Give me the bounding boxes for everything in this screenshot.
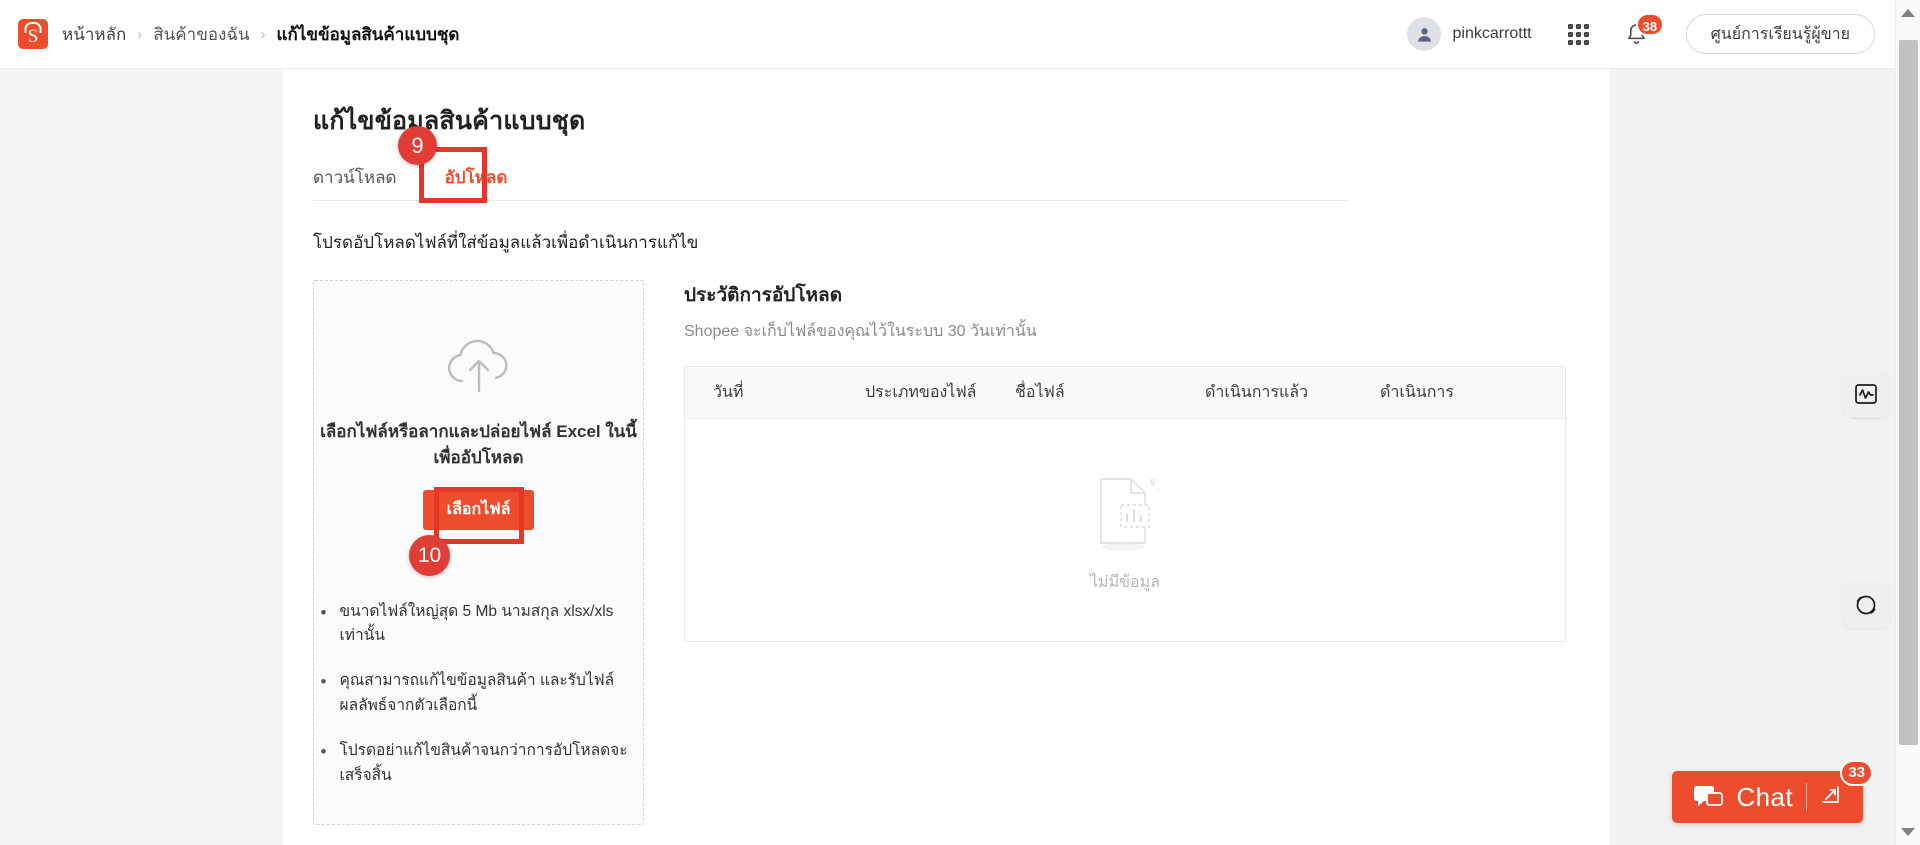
active-tab-underline	[420, 199, 516, 202]
seller-learning-center-label: ศูนย์การเรียนรู้ผู้ขาย	[1710, 25, 1850, 43]
avatar	[1407, 17, 1442, 51]
headset-support-icon	[1856, 595, 1876, 615]
upload-history-table: วันที่ ประเภทของไฟล์ ชื่อไฟล์ ดำเนินการแ…	[684, 366, 1566, 642]
scrollbar-thumb[interactable]	[1899, 40, 1918, 745]
scroll-down-arrow-icon[interactable]	[1901, 828, 1915, 836]
breadcrumb-item-my-products[interactable]: สินค้าของฉัน	[153, 21, 249, 48]
upload-instruction-text: โปรดอัปโหลดไฟล์ที่ใส่ข้อมูลแล้วเพื่อดำเน…	[313, 233, 699, 252]
page-scrollbar[interactable]	[1895, 0, 1920, 845]
notifications-button[interactable]: 38	[1625, 12, 1665, 47]
upload-history-title: ประวัติการอัปโหลด	[684, 285, 843, 306]
grid-apps-icon[interactable]	[1567, 23, 1589, 45]
top-navigation-bar: S หน้าหลัก › สินค้าของฉัน › แก้ไขข้อมูลส…	[0, 0, 1895, 69]
tab-bottom-rule	[313, 200, 1348, 201]
seller-learning-center-button[interactable]: ศูนย์การเรียนรู้ผู้ขาย	[1685, 14, 1875, 54]
upload-notes-list: ขนาดไฟล์ใหญ่สุด 5 Mb นามสกุล xlsx/xls เท…	[318, 599, 640, 809]
choose-file-button[interactable]: เลือกไฟล์	[422, 489, 535, 530]
shopee-logo-icon[interactable]: S	[18, 19, 48, 49]
column-header-file-type: ประเภทของไฟล์	[865, 384, 977, 401]
body-columns: เลือกไฟล์หรือลากและปล่อยไฟล์ Excel ในนี้…	[313, 280, 1566, 825]
user-icon	[1418, 27, 1431, 42]
chat-divider	[1806, 783, 1807, 811]
breadcrumb: หน้าหลัก › สินค้าของฉัน › แก้ไขข้อมูลสิน…	[62, 21, 459, 48]
expand-arrow-icon[interactable]	[1820, 784, 1841, 810]
upload-history-subtitle: Shopee จะเก็บไฟล์ของคุณไว้ในระบบ 30 วันเ…	[684, 323, 1037, 340]
breadcrumb-item-current: แก้ไขข้อมูลสินค้าแบบชุด	[276, 24, 460, 44]
column-header-action: ดำเนินการ	[1380, 384, 1454, 401]
breadcrumb-separator-icon: ›	[260, 25, 266, 43]
column-header-processed: ดำเนินการแล้ว	[1205, 384, 1309, 401]
chat-label: Chat	[1736, 781, 1793, 812]
tab-upload[interactable]: อัปโหลด	[421, 169, 532, 200]
breadcrumb-item-home[interactable]: หน้าหลัก	[62, 21, 126, 48]
empty-document-icon	[1079, 465, 1171, 560]
chat-button[interactable]: Chat 33	[1672, 760, 1873, 823]
dropzone-instruction: เลือกไฟล์หรือลากและปล่อยไฟล์ Excel ในนี้…	[320, 422, 637, 468]
user-name-label: pinkcarrottt	[1452, 25, 1532, 42]
chat-unread-badge: 33	[1840, 760, 1873, 786]
list-item: คุณสามารถแก้ไขข้อมูลสินค้า และรับไฟล์ผลล…	[318, 668, 640, 719]
page-title: แก้ไขข้อมูลสินค้าแบบชุด	[313, 107, 586, 135]
empty-state: ไม่มีข้อมูล	[685, 419, 1565, 641]
scroll-up-arrow-icon[interactable]	[1901, 9, 1915, 17]
empty-state-text: ไม่มีข้อมูล	[1089, 574, 1161, 591]
notification-badge: 38	[1635, 12, 1665, 36]
activity-monitor-icon	[1855, 384, 1877, 404]
column-header-file-name: ชื่อไฟล์	[1015, 384, 1065, 401]
chat-bubble-icon	[1694, 785, 1724, 810]
list-item: ขนาดไฟล์ใหญ่สุด 5 Mb นามสกุล xlsx/xls เท…	[318, 599, 640, 650]
table-header-row: วันที่ ประเภทของไฟล์ ชื่อไฟล์ ดำเนินการแ…	[685, 367, 1565, 419]
brand-block: S หน้าหลัก › สินค้าของฉัน › แก้ไขข้อมูลส…	[0, 19, 459, 49]
app-root: S หน้าหลัก › สินค้าของฉัน › แก้ไขข้อมูลส…	[0, 0, 1920, 845]
column-header-date: วันที่	[713, 384, 744, 401]
widget-divider	[1852, 418, 1880, 419]
file-dropzone[interactable]: เลือกไฟล์หรือลากและปล่อยไฟล์ Excel ในนี้…	[313, 280, 644, 825]
top-bar-right-cluster: pinkcarrottt 38 ศูนย์การเรียนรู้ผู้ขาย	[1407, 12, 1895, 54]
breadcrumb-separator-icon: ›	[137, 25, 143, 43]
user-account-chip[interactable]: pinkcarrottt	[1407, 17, 1532, 51]
upload-history-panel: ประวัติการอัปโหลด Shopee จะเก็บไฟล์ของคุ…	[656, 280, 1566, 825]
left-gutter	[0, 69, 283, 845]
tab-bar: ดาวน์โหลด อัปโหลด	[313, 169, 1566, 200]
tab-download[interactable]: ดาวน์โหลด	[313, 169, 421, 200]
list-item: โปรดอย่าแก้ไขสินค้าจนกว่าการอัปโหลดจะเสร…	[318, 738, 640, 789]
right-gutter	[1610, 69, 1895, 845]
main-content-surface: แก้ไขข้อมูลสินค้าแบบชุด ดาวน์โหลด อัปโหล…	[283, 69, 1610, 845]
performance-widget-button[interactable]	[1843, 371, 1889, 417]
cloud-upload-icon	[440, 335, 518, 397]
support-widget-button[interactable]	[1843, 582, 1889, 628]
